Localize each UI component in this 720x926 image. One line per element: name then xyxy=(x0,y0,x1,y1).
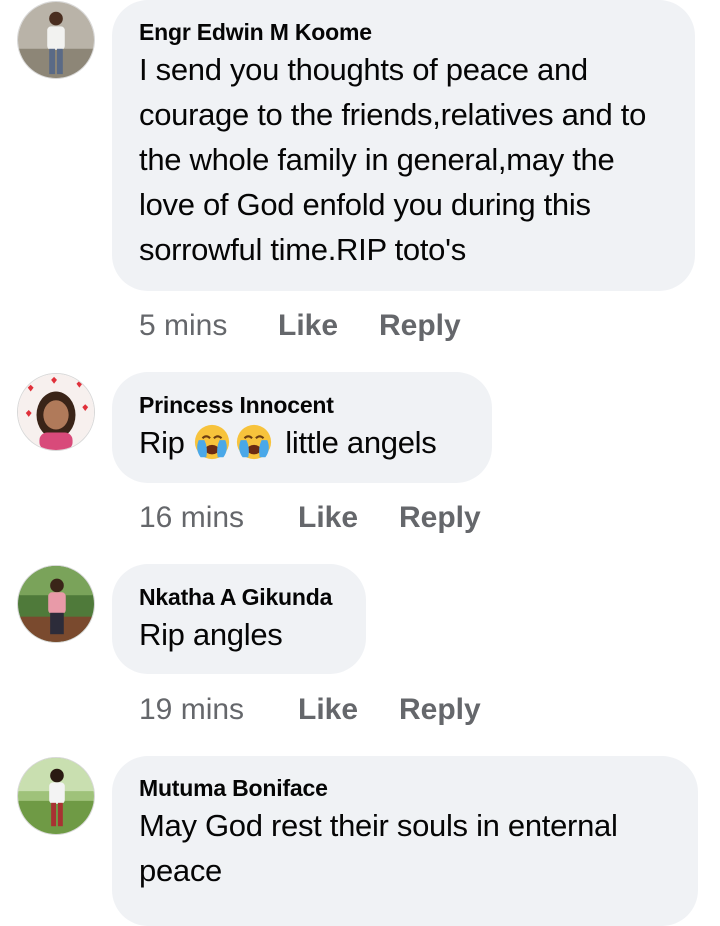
comment-bubble: Mutuma Boniface May God rest their souls… xyxy=(112,756,698,926)
avatar[interactable] xyxy=(17,757,95,835)
comment-bubble: Princess Innocent Rip little angels xyxy=(112,372,492,483)
comment-bubble: Engr Edwin M Koome I send you thoughts o… xyxy=(112,0,695,291)
comment-actions: 5 mins Like Reply xyxy=(139,306,461,346)
profile-photo xyxy=(18,758,94,834)
comment-text-end: little angels xyxy=(285,425,437,460)
comment-text: Rip angles xyxy=(139,617,283,652)
reply-button[interactable]: Reply xyxy=(399,498,481,538)
profile-photo xyxy=(18,566,94,642)
comment-author[interactable]: Nkatha A Gikunda xyxy=(139,582,340,612)
comment-timestamp[interactable]: 19 mins xyxy=(139,690,298,730)
comment-text: Rip little angels xyxy=(139,420,466,465)
avatar[interactable] xyxy=(17,373,95,451)
like-button[interactable]: Like xyxy=(278,306,379,346)
comment-text: I send you thoughts of peace and courage… xyxy=(139,52,647,267)
comment-author[interactable]: Engr Edwin M Koome xyxy=(139,17,669,47)
reply-button[interactable]: Reply xyxy=(379,306,461,346)
profile-photo xyxy=(18,374,94,450)
like-button[interactable]: Like xyxy=(298,498,399,538)
comment-timestamp[interactable]: 5 mins xyxy=(139,306,278,346)
profile-photo xyxy=(18,2,94,78)
comment-timestamp[interactable]: 16 mins xyxy=(139,498,298,538)
comment-text-start: Rip xyxy=(139,425,185,460)
like-button[interactable]: Like xyxy=(298,690,399,730)
loudly-crying-face-icon xyxy=(193,423,231,461)
comment-actions: 19 mins Like Reply xyxy=(139,690,481,730)
comment-text: May God rest their souls in enternal pea… xyxy=(139,808,618,888)
loudly-crying-face-icon xyxy=(235,423,273,461)
comment-author[interactable]: Princess Innocent xyxy=(139,390,466,420)
comment-author[interactable]: Mutuma Boniface xyxy=(139,773,672,803)
avatar[interactable] xyxy=(17,565,95,643)
reply-button[interactable]: Reply xyxy=(399,690,481,730)
comment-actions: 16 mins Like Reply xyxy=(139,498,481,538)
avatar[interactable] xyxy=(17,1,95,79)
comment-bubble: Nkatha A Gikunda Rip angles xyxy=(112,564,366,674)
